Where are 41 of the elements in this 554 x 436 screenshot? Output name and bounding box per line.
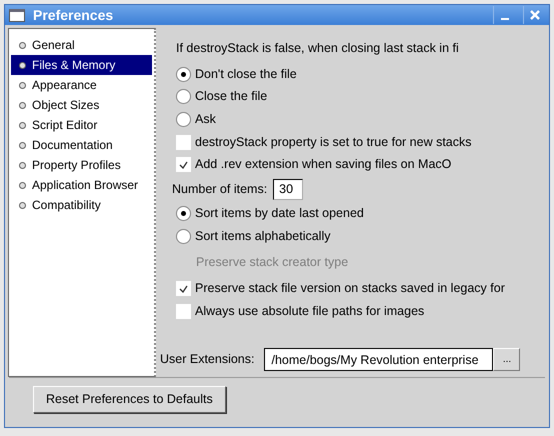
sidebar-item[interactable]: Script Editor bbox=[11, 115, 152, 135]
radio-button[interactable] bbox=[176, 112, 191, 127]
sidebar-item[interactable]: Property Profiles bbox=[11, 155, 152, 175]
radio-label: Close the file bbox=[195, 88, 268, 106]
radio-button[interactable] bbox=[176, 206, 191, 221]
section-heading: If destroyStack is false, when closing last stack in fi bbox=[176, 40, 459, 57]
reset-button[interactable]: Reset Preferences to Defaults bbox=[33, 386, 226, 413]
radio-button[interactable] bbox=[176, 66, 191, 82]
radio-button[interactable] bbox=[176, 89, 191, 104]
window-title: Preferences bbox=[33, 6, 114, 24]
sidebar-item[interactable]: Object Sizes bbox=[11, 95, 152, 115]
radio-button[interactable] bbox=[176, 228, 191, 244]
checkbox-label: Preserve stack file version on stacks saved in legacy for bbox=[195, 280, 505, 298]
user-extensions-field[interactable]: /home/bogs/My Revolution enterprise bbox=[264, 348, 494, 371]
checkbox-label: Always use absolute file paths for images bbox=[195, 303, 424, 320]
number-field[interactable]: 30 bbox=[273, 178, 304, 200]
checkbox[interactable] bbox=[176, 304, 191, 320]
window-icon bbox=[9, 8, 25, 22]
sidebar-item[interactable]: Files & Memory bbox=[11, 55, 152, 75]
field-label: Number of items: bbox=[172, 180, 268, 198]
check-icon bbox=[179, 284, 188, 294]
checkbox-label: destroyStack property is set to true for new stacks bbox=[195, 134, 472, 151]
close-icon bbox=[528, 9, 540, 21]
minimize-icon bbox=[500, 18, 508, 20]
checkbox[interactable] bbox=[176, 157, 191, 172]
option-label: Preserve stack creator type bbox=[196, 254, 348, 272]
radio-label: Sort items alphabetically bbox=[195, 228, 330, 245]
radio-label: Ask bbox=[195, 111, 216, 128]
checkbox[interactable] bbox=[176, 281, 191, 296]
field-label: User Extensions: bbox=[160, 351, 254, 368]
sidebar-item[interactable]: Appearance bbox=[11, 75, 152, 95]
checkbox[interactable] bbox=[176, 134, 191, 150]
radio-label: Sort items by date last opened bbox=[195, 205, 364, 222]
sidebar-item[interactable]: General bbox=[11, 35, 152, 55]
sidebar-item[interactable]: Application Browser bbox=[11, 175, 152, 195]
sidebar-item[interactable]: Documentation bbox=[11, 135, 152, 155]
check-icon bbox=[179, 160, 188, 170]
sidebar-item[interactable]: Compatibility bbox=[11, 195, 152, 215]
browse-button[interactable]: ... bbox=[493, 348, 520, 371]
radio-label: Don't close the file bbox=[195, 66, 297, 83]
checkbox-label: Add .rev extension when saving files on MacO bbox=[195, 156, 452, 174]
